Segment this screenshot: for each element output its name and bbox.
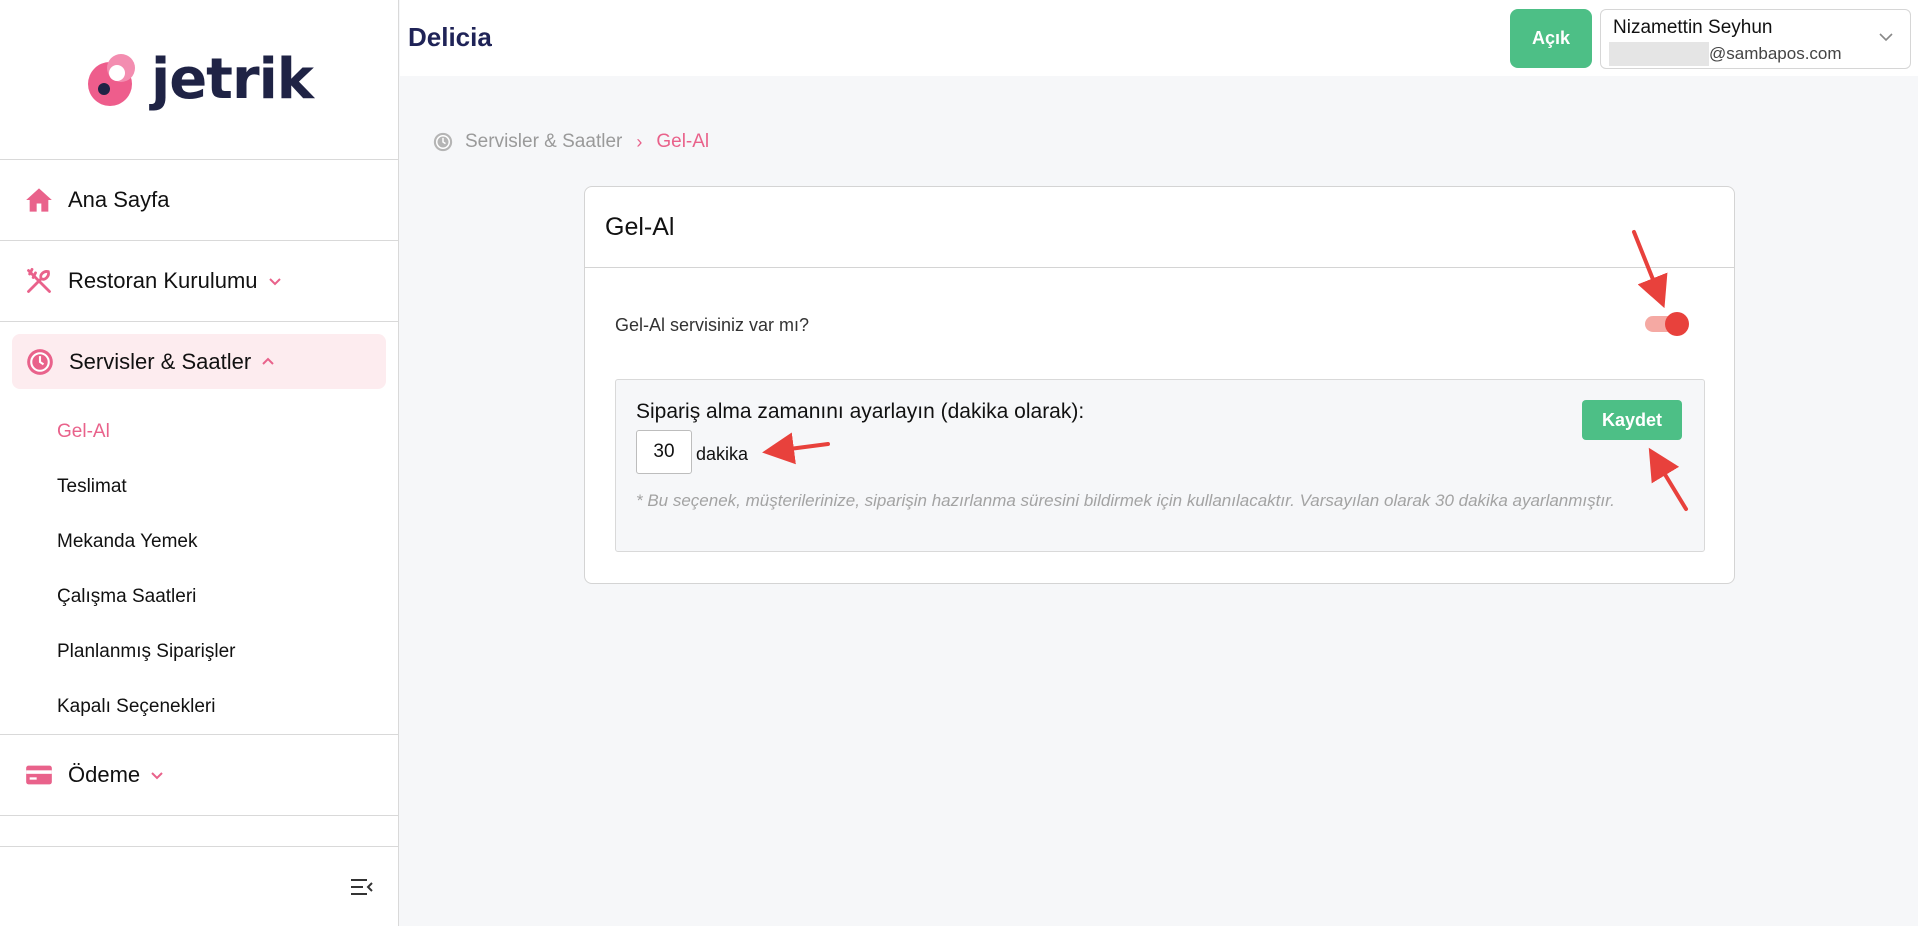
subnav-dine-in[interactable]: Mekanda Yemek <box>0 514 398 569</box>
prep-time-input[interactable] <box>636 430 692 474</box>
shop-name: Delicia <box>408 22 492 52</box>
save-button[interactable]: Kaydet <box>1582 400 1682 440</box>
subnav-working-hours[interactable]: Çalışma Saatleri <box>0 569 398 624</box>
open-status-button[interactable]: Açık <box>1510 9 1592 68</box>
chevron-down-icon <box>151 772 163 780</box>
brand-name: jetrik <box>151 47 314 112</box>
clock-icon <box>25 347 55 377</box>
nav-services-hours-label: Servisler & Saatler <box>69 348 252 374</box>
pickup-settings-card: Gel-Al Gel-Al servisiniz var mı? Sipariş… <box>584 186 1735 584</box>
services-submenu: Gel-Al Teslimat Mekanda Yemek Çalışma Sa… <box>0 404 398 735</box>
minutes-unit-label: dakika <box>696 444 749 464</box>
chevron-up-icon <box>262 357 274 365</box>
subnav-pickup[interactable]: Gel-Al <box>0 404 398 459</box>
toggle-knob <box>1665 312 1689 336</box>
jetrik-logo-icon <box>88 53 135 106</box>
nav-payment[interactable]: Ödeme <box>0 735 398 816</box>
subnav-delivery[interactable]: Teslimat <box>0 459 398 514</box>
breadcrumb-parent[interactable]: Servisler & Saatler <box>465 131 622 153</box>
nav-home[interactable]: Ana Sayfa <box>0 160 398 241</box>
redacted-email-prefix <box>1609 42 1709 66</box>
pickup-service-toggle[interactable] <box>1645 311 1691 337</box>
chevron-down-icon <box>1879 33 1893 42</box>
home-icon <box>24 185 54 215</box>
user-email: @sambapos.com <box>1609 42 1898 66</box>
prep-time-panel: Sipariş alma zamanını ayarlayın (dakika … <box>615 379 1705 552</box>
sidebar-footer <box>0 846 398 926</box>
prep-time-label: Sipariş alma zamanını ayarlayın (dakika … <box>636 400 1085 423</box>
user-email-domain: @sambapos.com <box>1709 44 1842 63</box>
breadcrumb-separator: › <box>636 131 643 152</box>
collapse-menu-icon[interactable] <box>349 877 373 897</box>
clock-icon <box>433 132 453 152</box>
brand-logo[interactable]: jetrik <box>85 47 314 112</box>
subnav-closed-options[interactable]: Kapalı Seçenekleri <box>0 679 398 734</box>
breadcrumb: Servisler & Saatler › Gel-Al <box>433 131 709 153</box>
nav-services-hours[interactable]: Servisler & Saatler <box>12 334 386 389</box>
credit-card-icon <box>24 760 54 790</box>
logo-area: jetrik <box>0 0 398 160</box>
user-name: Nizamettin Seyhun <box>1613 17 1773 38</box>
nav-restaurant-setup[interactable]: Restoran Kurulumu <box>0 241 398 322</box>
nav-payment-label: Ödeme <box>68 762 141 787</box>
pickup-service-question: Gel-Al servisiniz var mı? <box>615 315 810 335</box>
user-menu[interactable]: Nizamettin Seyhun @sambapos.com <box>1600 9 1911 69</box>
nav-home-label: Ana Sayfa <box>68 187 170 212</box>
prep-time-note: * Bu seçenek, müşterilerinize, siparişin… <box>636 491 1615 510</box>
nav-restaurant-setup-label: Restoran Kurulumu <box>68 268 258 293</box>
chevron-down-icon <box>268 278 281 286</box>
top-header: Delicia Açık Nizamettin Seyhun @sambapos… <box>400 0 1918 76</box>
breadcrumb-current: Gel-Al <box>656 131 710 152</box>
card-title: Gel-Al <box>585 187 1734 268</box>
utensils-icon <box>24 266 54 296</box>
sidebar: jetrik Ana Sayfa Restoran Kurulumu Servi… <box>0 0 399 926</box>
subnav-scheduled-orders[interactable]: Planlanmış Siparişler <box>0 624 398 679</box>
